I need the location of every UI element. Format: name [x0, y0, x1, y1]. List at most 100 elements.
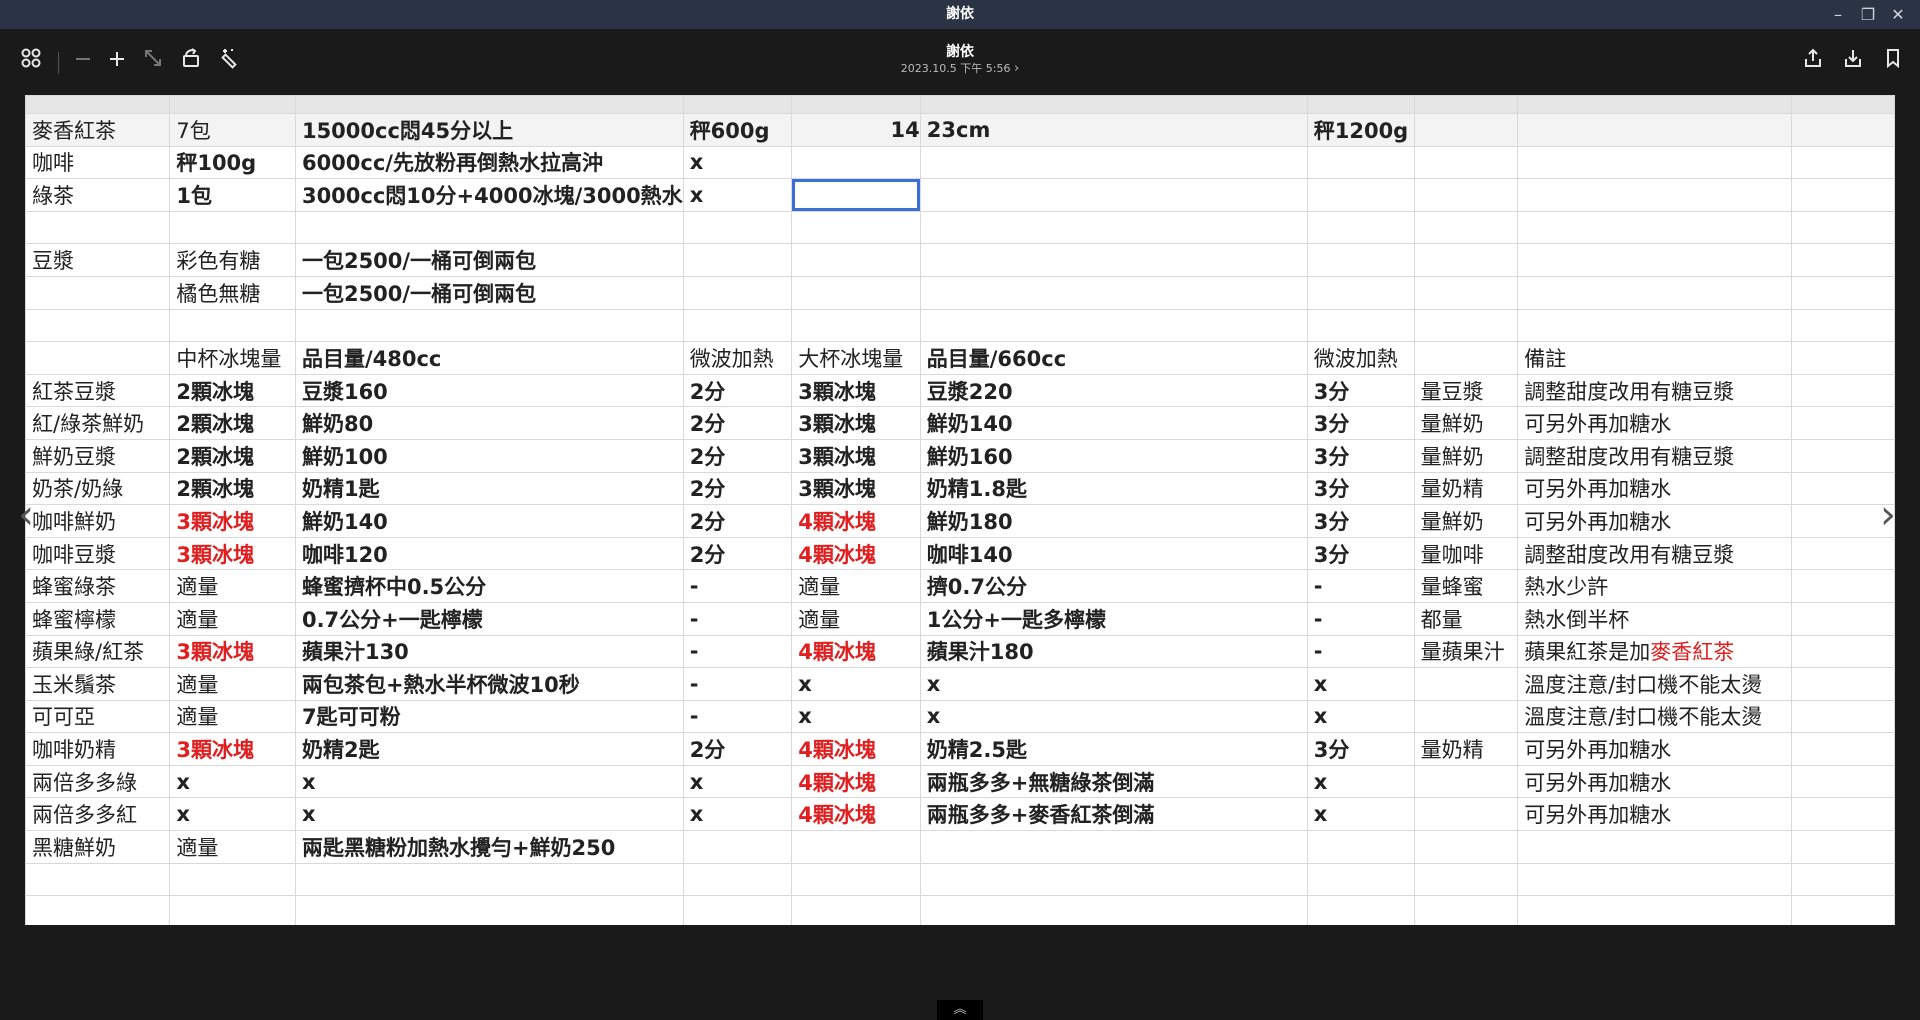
cell-text: x	[689, 769, 704, 794]
cell-text: 3分	[1313, 444, 1350, 469]
table-cell: x	[1306, 699, 1415, 734]
table-row: 咖啡豆漿 3顆冰塊 咖啡120 2分 4顆冰塊 咖啡140 3分 量咖啡 調整甜度改用有糖豆漿	[25, 536, 1895, 571]
cell-text: 蘋果汁130	[301, 640, 409, 665]
cell-text: 蘋果綠/紅茶	[32, 640, 145, 665]
table-cell: 鮮奶80	[294, 406, 684, 440]
expand-panel-icon[interactable]: ︽	[937, 1000, 983, 1020]
previous-page-icon[interactable]: ‹	[18, 492, 34, 538]
cell-text: 3顆冰塊	[176, 542, 254, 567]
table-cell: -	[682, 569, 793, 603]
table-cell: 2顆冰塊	[169, 373, 296, 408]
table-cell	[1791, 406, 1895, 440]
minimize-icon[interactable]: –	[1826, 0, 1850, 29]
table-cell	[919, 895, 1308, 925]
table-cell	[25, 275, 171, 310]
table-cell: 調整甜度改用有糖豆漿	[1517, 438, 1793, 473]
header-cell	[919, 95, 1308, 114]
cell-text: 兩倍多多綠	[32, 770, 137, 795]
table-cell: x	[682, 764, 793, 799]
cell-text: 調整甜度改用有糖豆漿	[1524, 379, 1735, 404]
cell-text: 微波加熱	[689, 346, 774, 371]
table-row: 蜂蜜檸檬 適量 0.7公分+一匙檸檬 - 適量 1公分+一匙多檸檬 - 都量 熱水倒半杯	[25, 601, 1895, 636]
table-cell: x	[1306, 764, 1415, 799]
table-cell	[1413, 341, 1519, 375]
cell-text: 量蜂蜜	[1420, 575, 1484, 600]
cell-text: 適量	[176, 705, 219, 730]
restore-icon[interactable]: ❐	[1856, 0, 1880, 29]
cell-text: 兩匙黑糖粉加熱水攪勻+鮮奶250	[301, 835, 616, 860]
table-cell	[1517, 145, 1793, 180]
table-cell	[25, 308, 171, 343]
table-cell: 秤600g	[682, 113, 793, 147]
cell-text: -	[1313, 606, 1323, 631]
table-cell	[682, 308, 793, 343]
cell-text: 蜂蜜檸檬	[32, 607, 116, 632]
table-cell: 3顆冰塊	[169, 536, 296, 571]
cell-text: 奶精2.5匙	[926, 738, 1027, 763]
table-cell: 3分	[1306, 504, 1415, 538]
download-icon[interactable]	[1838, 47, 1868, 77]
table-cell: -	[682, 667, 793, 701]
table-cell	[1306, 862, 1415, 897]
table-cell: 豆漿160	[294, 373, 684, 408]
table-cell	[25, 341, 171, 375]
table-cell: 彩色有糖	[169, 243, 296, 277]
table-cell: 量奶精	[1413, 732, 1519, 766]
table-cell: 溫度注意/封口機不能太燙	[1517, 667, 1793, 701]
table-cell: 可另外再加糖水	[1517, 406, 1793, 440]
cell-text: 2分	[689, 542, 726, 567]
table-cell	[1517, 895, 1793, 925]
cell-text: 豆漿220	[926, 379, 1013, 404]
table-cell	[1791, 764, 1895, 799]
table-cell	[1306, 145, 1415, 180]
table-cell: 3顆冰塊	[169, 732, 296, 766]
table-cell: -	[1306, 569, 1415, 603]
table-cell	[1791, 178, 1895, 212]
table-cell: 適量	[169, 569, 296, 603]
table-row: 綠茶 1包 3000cc悶10分+4000冰塊/3000熱水 x	[25, 178, 1895, 212]
cell-text: x	[1313, 671, 1328, 696]
table-cell: 可另外再加糖水	[1517, 504, 1793, 538]
cell-text: 咖啡140	[926, 542, 1013, 567]
cell-text: 兩瓶多多+無糖綠茶倒滿	[926, 770, 1155, 795]
table-row: 咖啡鮮奶 3顆冰塊 鮮奶140 2分 4顆冰塊 鮮奶180 3分 量鮮奶 可另外再加糖水	[25, 504, 1895, 538]
cell-text: 熱水少許	[1524, 575, 1609, 600]
table-cell	[1791, 862, 1895, 897]
table-cell: 6000cc/先放粉再倒熱水拉高沖	[294, 145, 684, 180]
table-cell: 蜂蜜綠茶	[25, 569, 171, 603]
cell-text: x	[301, 769, 316, 794]
next-page-icon[interactable]: ›	[1880, 492, 1896, 538]
table-cell: 兩瓶多多+麥香紅茶倒滿	[919, 797, 1308, 832]
share-icon[interactable]	[1798, 47, 1828, 77]
table-cell: 適量	[169, 601, 296, 636]
table-cell: 可可亞	[25, 699, 171, 734]
cell-text: x	[1313, 802, 1328, 827]
table-cell	[1791, 699, 1895, 734]
cell-text: 2顆冰塊	[176, 412, 254, 437]
close-icon[interactable]: ✕	[1886, 0, 1910, 29]
cell-text: -	[689, 574, 699, 599]
bookmark-icon[interactable]	[1878, 47, 1908, 77]
table-cell	[919, 210, 1308, 245]
cell-text: 調整甜度改用有糖豆漿	[1524, 444, 1735, 469]
table-cell: 4顆冰塊	[791, 732, 921, 766]
cell-text: 品目量/480cc	[301, 346, 442, 371]
cell-text: x	[301, 802, 316, 827]
table-cell: 量奶精	[1413, 471, 1519, 506]
header-cell	[682, 95, 793, 114]
table-cell	[1791, 732, 1895, 766]
table-cell	[1517, 308, 1793, 343]
table-row: 橘色無糖 一包2500/一桶可倒兩包	[25, 275, 1895, 310]
table-cell: 微波加熱	[1306, 341, 1415, 375]
table-cell: x	[919, 667, 1308, 701]
document-info[interactable]: 2023.10.5 下午 5:56 ›	[0, 60, 1920, 76]
cell-text: 橘色無糖	[176, 281, 261, 306]
table-cell: x	[294, 797, 684, 832]
table-cell: 量豆漿	[1413, 373, 1519, 408]
table-cell	[1791, 373, 1895, 408]
cell-text: 量豆漿	[1420, 379, 1484, 404]
table-cell: -	[1306, 634, 1415, 669]
table-cell: 量鮮奶	[1413, 438, 1519, 473]
table-cell	[1306, 275, 1415, 310]
table-cell	[1517, 210, 1793, 245]
